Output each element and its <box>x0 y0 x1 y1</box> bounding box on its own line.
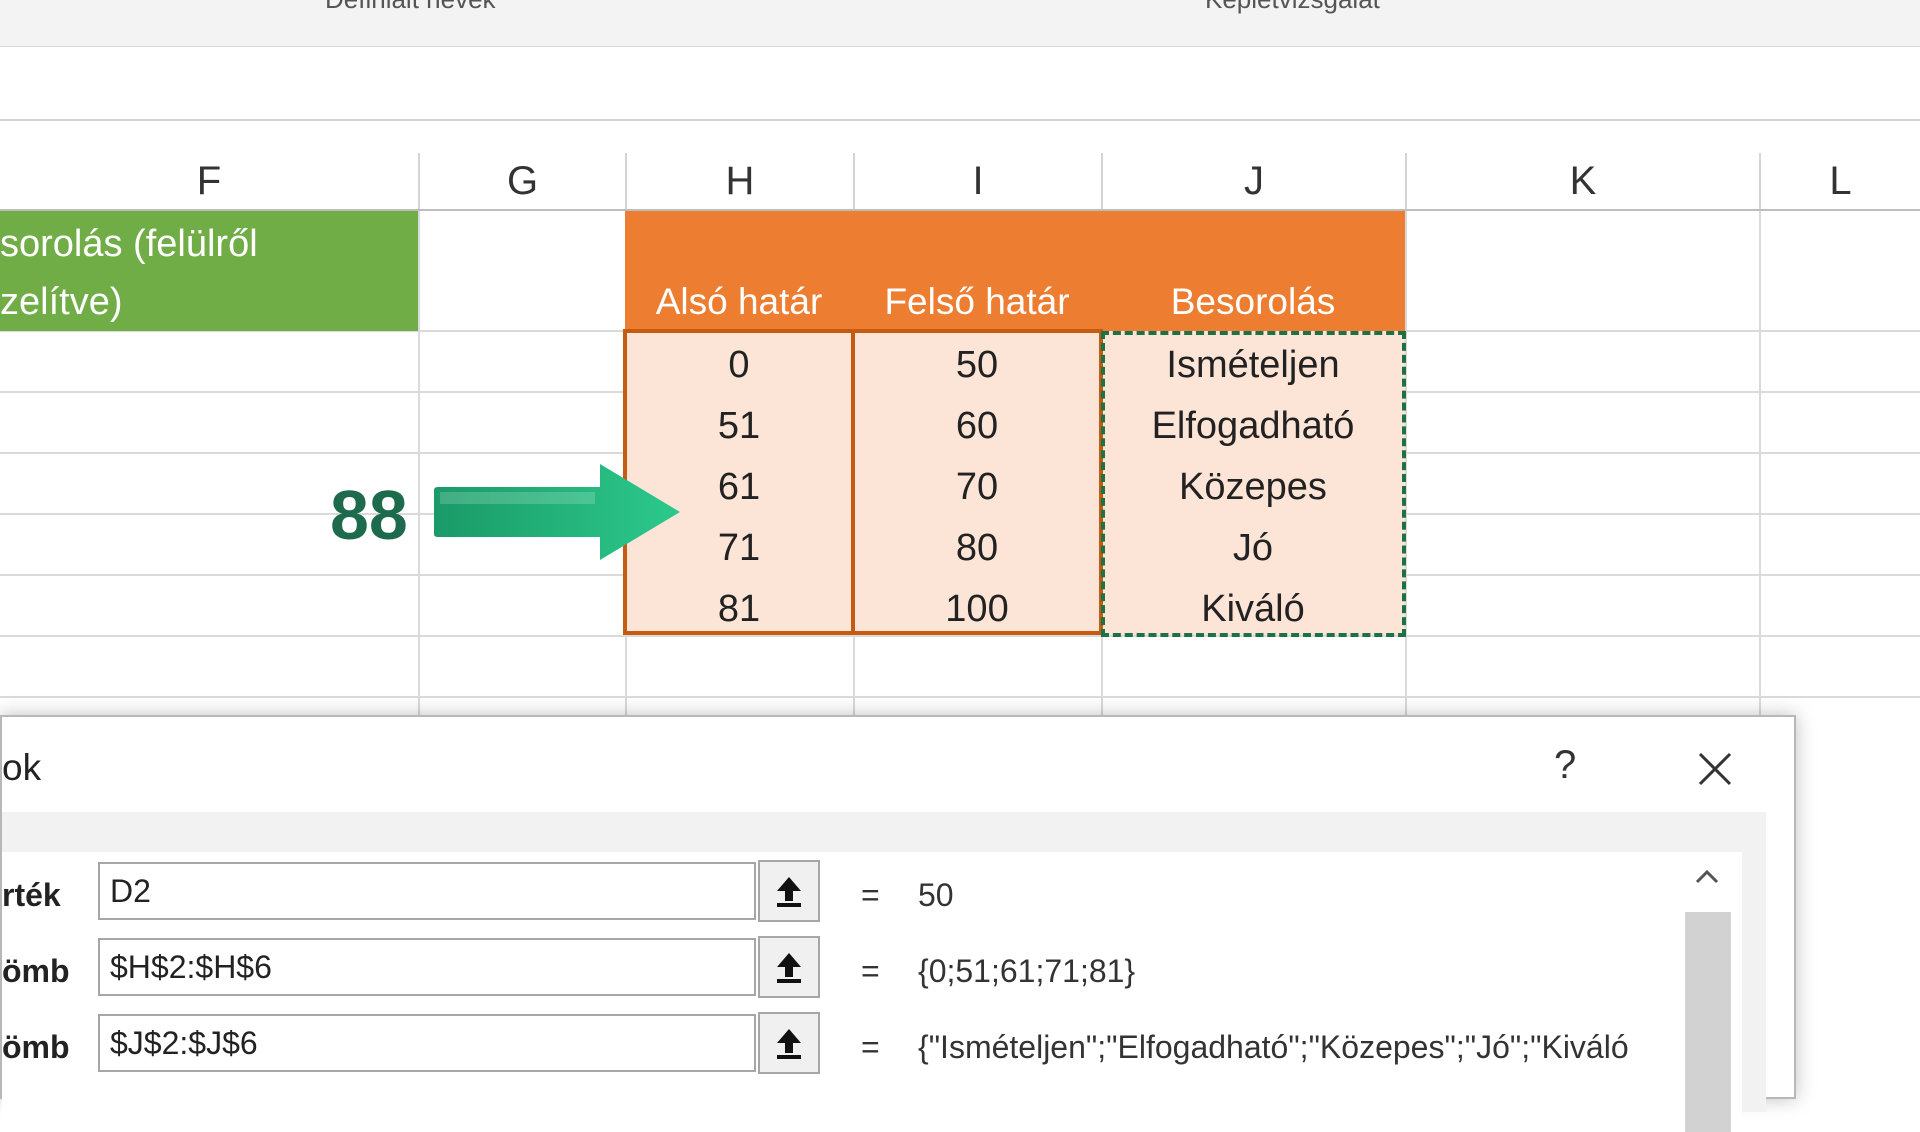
upload-arrow-icon <box>777 1029 801 1059</box>
column-header-l[interactable]: L <box>1761 153 1920 209</box>
collapse-button-1[interactable] <box>758 860 820 922</box>
column-header-g[interactable]: G <box>420 153 627 209</box>
help-button[interactable]: ? <box>1554 743 1576 788</box>
collapse-button-2[interactable] <box>758 936 820 998</box>
green-header-line2: zelítve) <box>0 281 123 323</box>
green-header-line1: sorolás (felülről <box>0 223 258 265</box>
table-header-row: Alsó határ Felső határ Besorolás <box>625 211 1405 331</box>
arg-label-lookup-value: rték <box>2 877 61 913</box>
lookup-value-label: 88 <box>330 476 408 554</box>
equals-sign-3: = <box>861 1029 880 1065</box>
column-header-h[interactable]: H <box>627 153 855 209</box>
header-upper-bound[interactable]: Felső határ <box>853 277 1101 327</box>
arg-result-2: {0;51;61;71;81} <box>918 953 1136 989</box>
copy-marquee-j <box>1101 331 1406 637</box>
formula-bar-area[interactable] <box>0 47 1920 121</box>
ribbon-strip: Definiált nevek Képletvizsgálat <box>0 0 1920 47</box>
close-button[interactable] <box>1695 737 1735 801</box>
arg-input-lookup-vector[interactable]: $H$2:$H$6 <box>98 938 756 996</box>
header-grade[interactable]: Besorolás <box>1101 277 1405 327</box>
column-header-row: F G H I J K L <box>0 153 1920 211</box>
arg-input-result-vector[interactable]: $J$2:$J$6 <box>98 1014 756 1072</box>
upload-arrow-icon <box>777 877 801 907</box>
scrollbar-thumb[interactable] <box>1685 912 1731 1132</box>
collapse-button-3[interactable] <box>758 1012 820 1074</box>
arguments-panel: rték D2 = 50 ömb $H$2:$H$6 = {0;51;61;71… <box>2 852 1742 1132</box>
close-icon <box>1698 752 1732 786</box>
range-border-i <box>851 329 1103 635</box>
green-header-cell[interactable]: sorolás (felülről zelítve) <box>0 211 418 331</box>
equals-sign-1: = <box>861 877 880 913</box>
arg-result-1: 50 <box>918 877 954 913</box>
ribbon-group-defined-names[interactable]: Definiált nevek <box>325 0 496 15</box>
column-header-j[interactable]: J <box>1103 153 1407 209</box>
dialog-body: rték D2 = 50 ömb $H$2:$H$6 = {0;51;61;71… <box>2 812 1766 1132</box>
column-header-i[interactable]: I <box>855 153 1103 209</box>
function-arguments-dialog: ok ? rték D2 = 50 ömb $H$2:$H$6 = {0;51;… <box>0 715 1796 1132</box>
arg-label-lookup-vector: ömb <box>2 953 70 989</box>
arg-label-result-vector: ömb <box>2 1029 70 1065</box>
arg-input-lookup-value[interactable]: D2 <box>98 862 756 920</box>
column-header-k[interactable]: K <box>1407 153 1761 209</box>
upload-arrow-icon <box>777 953 801 983</box>
equals-sign-2: = <box>861 953 880 989</box>
arrow-right-icon <box>434 464 680 560</box>
dialog-title: ok <box>2 747 42 788</box>
arg-result-3: {"Ismételjen";"Elfogadható";"Közepes";"J… <box>918 1029 1629 1065</box>
column-header-f[interactable]: F <box>0 153 420 209</box>
chevron-up-icon[interactable] <box>1688 862 1726 892</box>
ribbon-group-formula-auditing[interactable]: Képletvizsgálat <box>1205 0 1380 15</box>
header-lower-bound[interactable]: Alsó határ <box>625 277 853 327</box>
